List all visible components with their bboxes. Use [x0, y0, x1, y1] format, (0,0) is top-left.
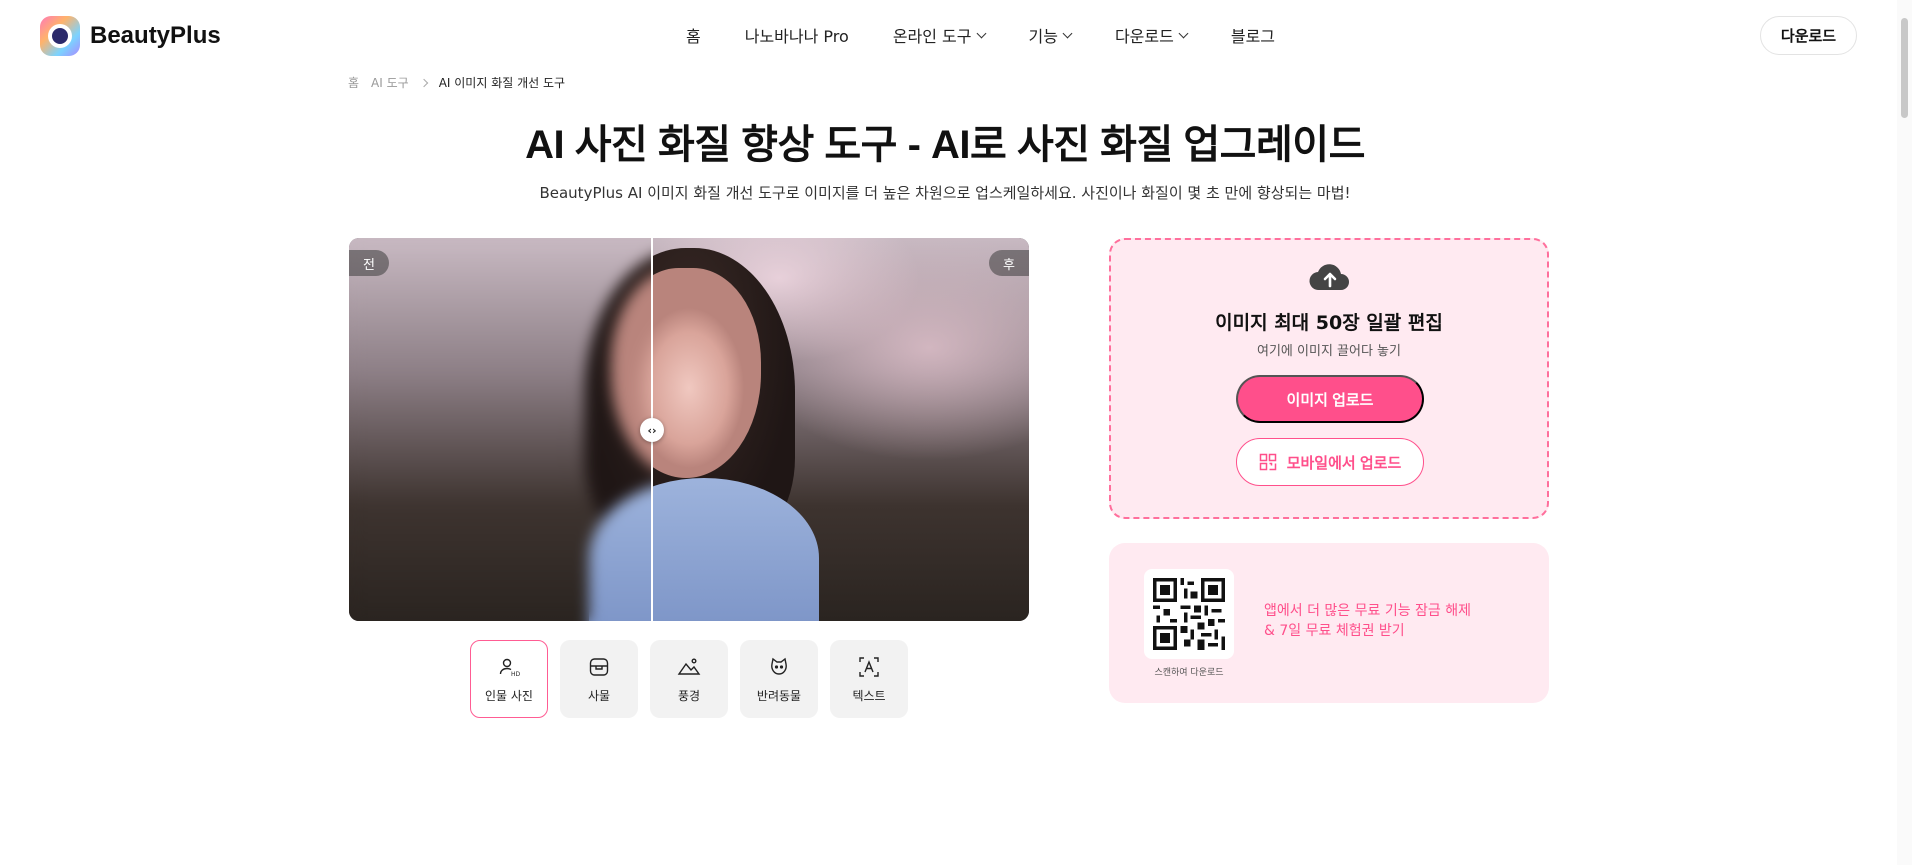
qr-code-icon [1259, 453, 1276, 471]
tab-label: 인물 사진 [485, 688, 533, 703]
scrollbar-thumb[interactable] [1901, 18, 1908, 118]
breadcrumb: 홈 AI 도구 AI 이미지 화질 개선 도구 [348, 74, 565, 91]
chevron-down-icon [1178, 28, 1189, 38]
promo-line-2: & 7일 무료 체험권 받기 [1264, 623, 1405, 639]
after-label: 후 [989, 250, 1029, 276]
object-icon [589, 657, 609, 676]
promo-line-1: 앱에서 더 많은 무료 기능 잠금 해제 [1264, 603, 1472, 619]
upload-subtitle: 여기에 이미지 끌어다 놓기 [1257, 344, 1401, 359]
tab-portrait[interactable]: HD 인물 사진 [470, 640, 548, 718]
chevron-right-icon [419, 78, 428, 87]
header-download-button[interactable]: 다운로드 [1760, 16, 1857, 55]
app-download-qr-code [1144, 569, 1234, 659]
page-subtitle: BeautyPlus AI 이미지 화질 개선 도구로 이미지를 더 높은 차원… [539, 184, 1351, 202]
beautyplus-logo-icon [40, 16, 80, 56]
main-nav: 홈 나노바나나 Pro 온라인 도구 기능 다운로드 블로그 [664, 22, 1297, 48]
upload-dropzone[interactable]: 이미지 최대 50장 일괄 편집 여기에 이미지 끌어다 놓기 이미지 업로드 … [1109, 238, 1549, 519]
nav-item-home[interactable]: 홈 [664, 22, 723, 48]
nav-label: 온라인 도구 [892, 27, 972, 46]
nav-label: 다운로드 [1114, 27, 1174, 46]
nav-item-nanobanana-pro[interactable]: 나노바나나 Pro [723, 22, 871, 48]
before-after-compare[interactable]: ‹› 전 후 [349, 238, 1029, 621]
chevron-down-icon [976, 28, 986, 38]
nav-label: 기능 [1028, 27, 1058, 46]
breadcrumb-ai-tools[interactable]: AI 도구 [371, 74, 409, 91]
nav-label: 블로그 [1230, 27, 1276, 46]
page-scrollbar[interactable] [1897, 0, 1912, 865]
nav-item-blog[interactable]: 블로그 [1209, 22, 1297, 48]
app-promo-card: 스캔하여 다운로드 앱에서 더 많은 무료 기능 잠금 해제 & 7일 무료 체… [1109, 543, 1549, 703]
upload-title: 이미지 최대 50장 일괄 편집 [1215, 312, 1443, 334]
brand-logo[interactable]: BeautyPlus [40, 16, 221, 56]
tab-label: 반려동물 [756, 688, 802, 703]
page-title: AI 사진 화질 향상 도구 - AI로 사진 화질 업그레이드 [525, 123, 1365, 167]
chevron-down-icon [1062, 28, 1073, 38]
nav-item-features[interactable]: 기능 [1007, 22, 1093, 48]
tab-object[interactable]: 사물 [560, 640, 638, 718]
qr-code-icon [1153, 578, 1225, 650]
upload-from-mobile-label: 모바일에서 업로드 [1286, 454, 1402, 472]
svg-text:HD: HD [511, 671, 521, 678]
tab-label: 사물 [587, 688, 611, 703]
upload-from-mobile-button[interactable]: 모바일에서 업로드 [1236, 438, 1424, 486]
tab-label: 풍경 [677, 688, 701, 703]
tab-landscape[interactable]: 풍경 [650, 640, 728, 718]
upload-image-button[interactable]: 이미지 업로드 [1236, 375, 1424, 423]
nav-label: 홈 [686, 27, 701, 46]
portrait-hd-icon: HD [499, 658, 521, 678]
nav-item-download[interactable]: 다운로드 [1093, 22, 1209, 48]
compare-drag-handle-icon[interactable]: ‹› [640, 418, 664, 442]
tab-label: 텍스트 [852, 688, 886, 703]
text-icon [859, 656, 879, 677]
brand-name: BeautyPlus [90, 22, 221, 49]
page: BeautyPlus 홈 나노바나나 Pro 온라인 도구 기능 다운로드 블로… [0, 0, 1912, 865]
qr-caption: 스캔하여 다운로드 [1154, 668, 1224, 678]
before-label: 전 [349, 250, 389, 276]
before-image [349, 238, 651, 621]
breadcrumb-home[interactable]: 홈 [348, 74, 359, 91]
nav-label: 나노바나나 Pro [744, 27, 849, 46]
before-image-blurred [349, 238, 651, 621]
tab-pet[interactable]: 반려동물 [740, 640, 818, 718]
pet-icon [771, 657, 787, 675]
nav-item-online-tools[interactable]: 온라인 도구 [871, 22, 1007, 48]
breadcrumb-current: AI 이미지 화질 개선 도구 [438, 76, 566, 90]
cloud-upload-icon [1309, 264, 1349, 291]
category-tabs: HD 인물 사진 사물 풍경 반려동물 텍스트 [470, 640, 908, 718]
landscape-icon [677, 657, 701, 675]
site-header: BeautyPlus 홈 나노바나나 Pro 온라인 도구 기능 다운로드 블로… [0, 0, 1890, 70]
promo-text: 앱에서 더 많은 무료 기능 잠금 해제 & 7일 무료 체험권 받기 [1264, 601, 1471, 641]
tab-text[interactable]: 텍스트 [830, 640, 908, 718]
